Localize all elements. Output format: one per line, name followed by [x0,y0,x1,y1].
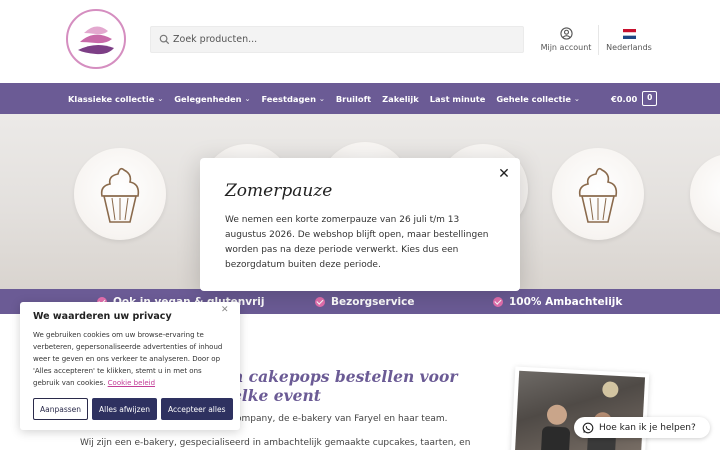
cookie-title: We waarderen uw privacy [33,311,172,322]
modal-body: We nemen een korte zomerpauze van 26 jul… [225,215,489,270]
cart-count-badge: 0 [642,91,658,106]
cookie-policy-link[interactable]: Cookie beleid [108,379,155,387]
close-icon[interactable]: ✕ [221,305,229,315]
check-icon [493,296,503,307]
usp-label: Bezorgservice [331,295,415,308]
whatsapp-icon [582,422,594,433]
account-label: Mijn account [540,43,592,52]
dutch-flag-icon [622,29,636,39]
accept-all-button[interactable]: Accepteer alles [160,398,233,420]
cupcake-illustration-icon [578,167,618,223]
cookie-text: We gebruiken cookies om uw browse-ervari… [33,329,229,389]
chevron-down-icon: ⌄ [157,94,164,103]
reject-all-button[interactable]: Alles afwijzen [92,398,157,420]
nav-item[interactable]: Klassieke collectie ⌄ [68,94,163,104]
nav-item-label: Bruiloft [335,93,372,104]
chevron-down-icon: ⌄ [318,94,325,103]
search-bar[interactable] [150,26,524,53]
nav-item[interactable]: Gelegenheden ⌄ [174,94,250,104]
usp-item: 100% Ambachtelijk [493,289,622,314]
cookie-consent-banner: We waarderen uw privacy ✕ We gebruiken c… [20,302,240,430]
customize-cookies-button[interactable]: Aanpassen [33,398,89,420]
nav-item[interactable]: Bruiloft [336,94,371,104]
modal-title: Zomerpauze [225,181,333,201]
nav-item[interactable]: Zakelijk [382,94,419,104]
chevron-down-icon: ⌄ [244,94,251,103]
nav-item-label: Feestdagen [261,93,316,104]
nav-item-label: Gelegenheden [174,93,242,104]
nav-items: Klassieke collectie ⌄ Gelegenheden ⌄ Feestda… [68,83,591,114]
check-icon [315,296,325,307]
cupcake-swirl-logo-icon [78,26,114,55]
site-logo[interactable] [66,9,126,69]
intro-text: ompany, de e-bakery van Faryel en haar t… [236,414,448,424]
help-chat-widget[interactable]: Hoe kan ik je helpen? [574,417,710,438]
summer-break-modal: Zomerpauze ✕ We nemen een korte zomerpau… [200,158,520,291]
main-heading: n cakepops bestellen voor elke event [232,367,458,405]
nav-item[interactable]: Gehele collectie ⌄ [496,94,580,104]
cupcake-disc-image [74,148,166,240]
search-input[interactable] [173,27,513,52]
main-navigation: Klassieke collectie ⌄ Gelegenheden ⌄ Feestda… [0,83,720,114]
usp-item: Bezorgservice [315,289,414,314]
team-photo-image [514,370,646,450]
help-widget-label: Hoe kan ik je helpen? [599,422,696,433]
chevron-down-icon: ⌄ [573,94,580,103]
nav-item-label: Gehele collectie [496,93,571,104]
language-label: Nederlands [606,43,652,52]
nav-item-label: Last minute [429,93,486,104]
nav-item-label: Klassieke collectie [68,93,155,104]
close-icon[interactable]: ✕ [497,167,511,181]
intro-text: Wij zijn een e-bakery, gespecialiseerd i… [80,438,471,448]
cupcake-disc-image [552,148,644,240]
cart-total: €0.00 [611,93,638,104]
cupcake-disc-image [690,154,720,234]
cart-link[interactable]: €0.00 0 [611,91,658,106]
user-icon [559,27,573,40]
cookie-buttons: Aanpassen Alles afwijzen Accepteer alles [33,398,237,420]
photo-placeholder-icon [541,381,619,450]
cupcake-illustration-icon [100,167,140,223]
account-link[interactable]: Mijn account [539,27,593,52]
nav-item[interactable]: Feestdagen ⌄ [261,94,324,104]
language-switcher[interactable]: Nederlands [604,29,654,52]
search-icon [159,34,170,45]
site-header: Mijn account Nederlands [0,0,720,83]
header-divider [598,25,599,55]
nav-item[interactable]: Last minute [430,94,486,104]
usp-label: 100% Ambachtelijk [509,295,623,308]
nav-item-label: Zakelijk [382,93,419,104]
